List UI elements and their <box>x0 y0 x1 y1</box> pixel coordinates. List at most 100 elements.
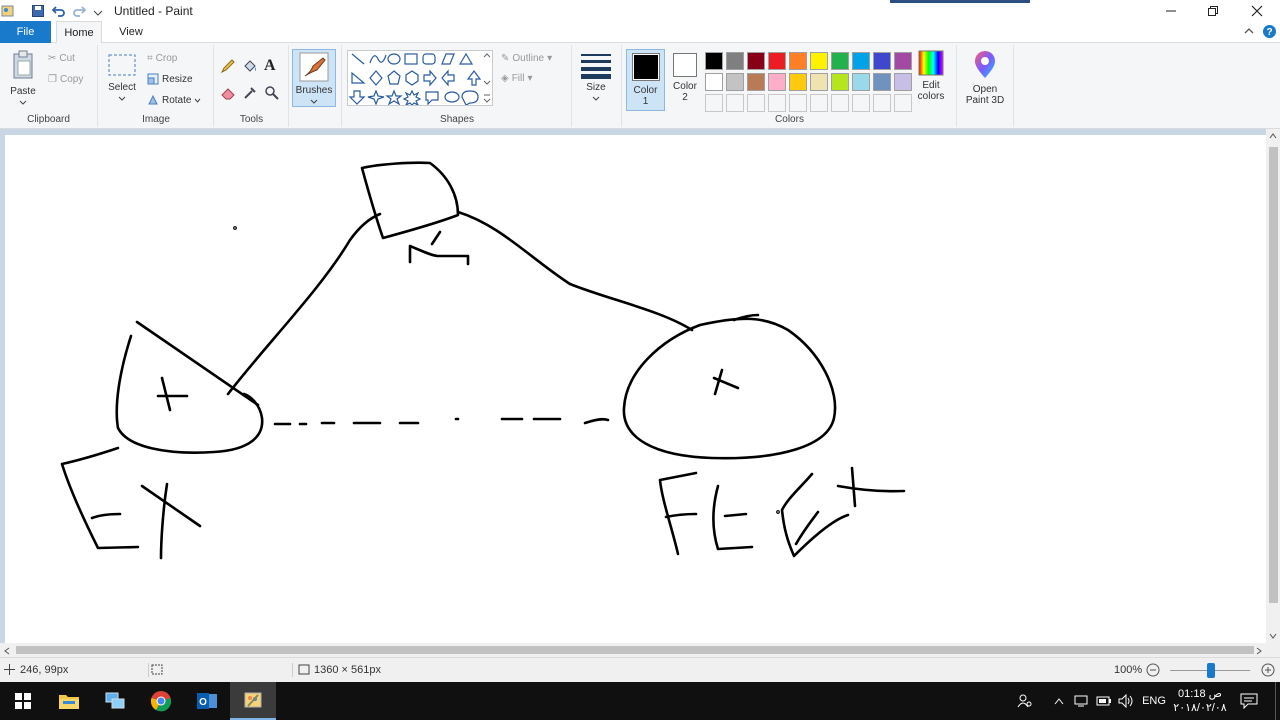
redo-icon[interactable] <box>71 3 86 18</box>
palette-swatch[interactable] <box>705 73 723 91</box>
cursor-position-icon <box>4 664 15 678</box>
color1-number: 1 <box>642 96 649 107</box>
palette-swatch[interactable] <box>789 52 807 70</box>
horizontal-scroll-thumb[interactable] <box>16 646 1254 654</box>
color-picker-icon[interactable] <box>242 85 258 104</box>
custom-color-slot[interactable] <box>894 94 912 112</box>
copy-button[interactable]: ❐ Copy <box>48 74 83 85</box>
show-desktop-button[interactable] <box>1275 682 1280 720</box>
custom-color-slot[interactable] <box>726 94 744 112</box>
action-icon[interactable] <box>1072 682 1090 720</box>
people-icon[interactable] <box>1014 682 1036 720</box>
zoom-in-icon[interactable] <box>1261 663 1275 680</box>
paint-taskbar-icon[interactable] <box>230 682 276 720</box>
fill-button[interactable]: ◈ Fill ▾ <box>501 73 533 84</box>
edit-colors-button[interactable]: Edit colors <box>911 49 951 102</box>
customize-quick-access-icon[interactable] <box>90 3 105 18</box>
network-app-icon[interactable] <box>92 682 138 720</box>
status-bar: 246, 99px 1360 × 561px 100% <box>0 657 1280 682</box>
clock[interactable]: 01:18 ص ٢٠١٨/٠٢/٠٨ <box>1172 682 1228 720</box>
text-tool-icon[interactable]: A <box>264 57 276 75</box>
fill-bucket-icon[interactable] <box>242 58 258 77</box>
palette-swatch[interactable] <box>852 73 870 91</box>
shapes-scroll[interactable] <box>483 51 491 105</box>
palette-swatch[interactable] <box>726 52 744 70</box>
custom-color-slot[interactable] <box>768 94 786 112</box>
start-windows-icon[interactable] <box>0 682 46 720</box>
undo-icon[interactable] <box>51 3 66 18</box>
size-group: Size <box>573 45 622 127</box>
outline-button[interactable]: ✎ Outline ▾ <box>501 53 552 64</box>
cut-button[interactable]: ✂ Cut <box>48 53 75 64</box>
palette-swatch[interactable] <box>747 73 765 91</box>
palette-swatch[interactable] <box>768 52 786 70</box>
zoom-out-icon[interactable] <box>1146 663 1160 680</box>
custom-color-slot[interactable] <box>873 94 891 112</box>
svg-text:?: ? <box>1266 27 1272 38</box>
custom-color-slot[interactable] <box>747 94 765 112</box>
minimize-button[interactable] <box>1148 0 1194 21</box>
resize-button[interactable]: Resize <box>147 73 193 85</box>
taskbar: O ENG 01:18 ص ٢٠١٨/٠٢/٠٨ <box>0 682 1280 720</box>
palette-swatch[interactable] <box>768 73 786 91</box>
chrome-icon[interactable] <box>138 682 184 720</box>
zoom-slider-thumb[interactable] <box>1207 663 1215 678</box>
color1-button[interactable]: Color 1 <box>626 49 665 111</box>
crop-button[interactable]: ⌗ Crop <box>147 53 177 64</box>
restore-button[interactable] <box>1190 0 1236 21</box>
palette-swatch[interactable] <box>831 73 849 91</box>
palette-swatch[interactable] <box>894 73 912 91</box>
palette-swatch[interactable] <box>726 73 744 91</box>
tab-home[interactable]: Home <box>56 21 102 44</box>
color2-label: Color <box>673 81 697 92</box>
custom-color-slot[interactable] <box>852 94 870 112</box>
language-indicator[interactable]: ENG <box>1138 682 1170 720</box>
pencil-icon[interactable] <box>220 58 236 77</box>
custom-color-slot[interactable] <box>705 94 723 112</box>
eraser-icon[interactable] <box>220 85 236 104</box>
palette-swatch[interactable] <box>831 52 849 70</box>
palette-swatch[interactable] <box>852 52 870 70</box>
open-paint3d-button[interactable]: Open Paint 3D <box>960 51 1010 106</box>
color2-button[interactable]: Color 2 <box>668 53 702 103</box>
rotate-button[interactable]: Rotate <box>147 94 201 106</box>
colors-group: Color 1 Color 2 Edit colors Colors <box>623 45 957 127</box>
magnifier-icon[interactable] <box>264 85 280 104</box>
paste-button[interactable]: Paste <box>5 49 41 108</box>
palette-swatch[interactable] <box>873 73 891 91</box>
scroll-down-icon[interactable] <box>1269 631 1277 643</box>
volume-icon[interactable] <box>1116 682 1136 720</box>
notification-center-icon[interactable] <box>1236 682 1262 720</box>
palette-swatch[interactable] <box>810 73 828 91</box>
tab-view[interactable]: View <box>108 21 154 43</box>
palette-swatch[interactable] <box>810 52 828 70</box>
vertical-scroll-thumb[interactable] <box>1269 147 1278 603</box>
paint-app-icon[interactable] <box>0 3 15 18</box>
scroll-up-icon[interactable] <box>1269 131 1277 143</box>
custom-color-slot[interactable] <box>831 94 849 112</box>
custom-color-slot[interactable] <box>810 94 828 112</box>
tab-file[interactable]: File <box>0 21 51 43</box>
palette-swatch[interactable] <box>705 52 723 70</box>
brushes-button[interactable]: Brushes <box>292 49 336 107</box>
palette-swatch[interactable] <box>873 52 891 70</box>
show-hidden-icons[interactable] <box>1050 682 1068 720</box>
custom-color-slot[interactable] <box>789 94 807 112</box>
help-icon[interactable]: ? <box>1262 24 1277 42</box>
file-explorer-icon[interactable] <box>46 682 92 720</box>
battery-icon[interactable] <box>1094 682 1114 720</box>
vertical-scrollbar[interactable] <box>1266 129 1280 643</box>
size-button[interactable]: Size <box>579 51 613 104</box>
horizontal-scrollbar[interactable] <box>0 643 1266 657</box>
status-divider <box>148 663 149 677</box>
minimize-ribbon-icon[interactable] <box>1243 25 1255 40</box>
palette-swatch[interactable] <box>789 73 807 91</box>
palette-swatch[interactable] <box>894 52 912 70</box>
image-group: Select ⌗ Crop Resize Rotate Image <box>99 45 214 127</box>
palette-swatch[interactable] <box>747 52 765 70</box>
drawing-canvas[interactable] <box>5 135 1266 643</box>
outlook-icon[interactable]: O <box>184 682 230 720</box>
select-button[interactable]: Select <box>104 51 140 104</box>
save-icon[interactable] <box>30 3 45 18</box>
close-button[interactable] <box>1234 0 1280 21</box>
